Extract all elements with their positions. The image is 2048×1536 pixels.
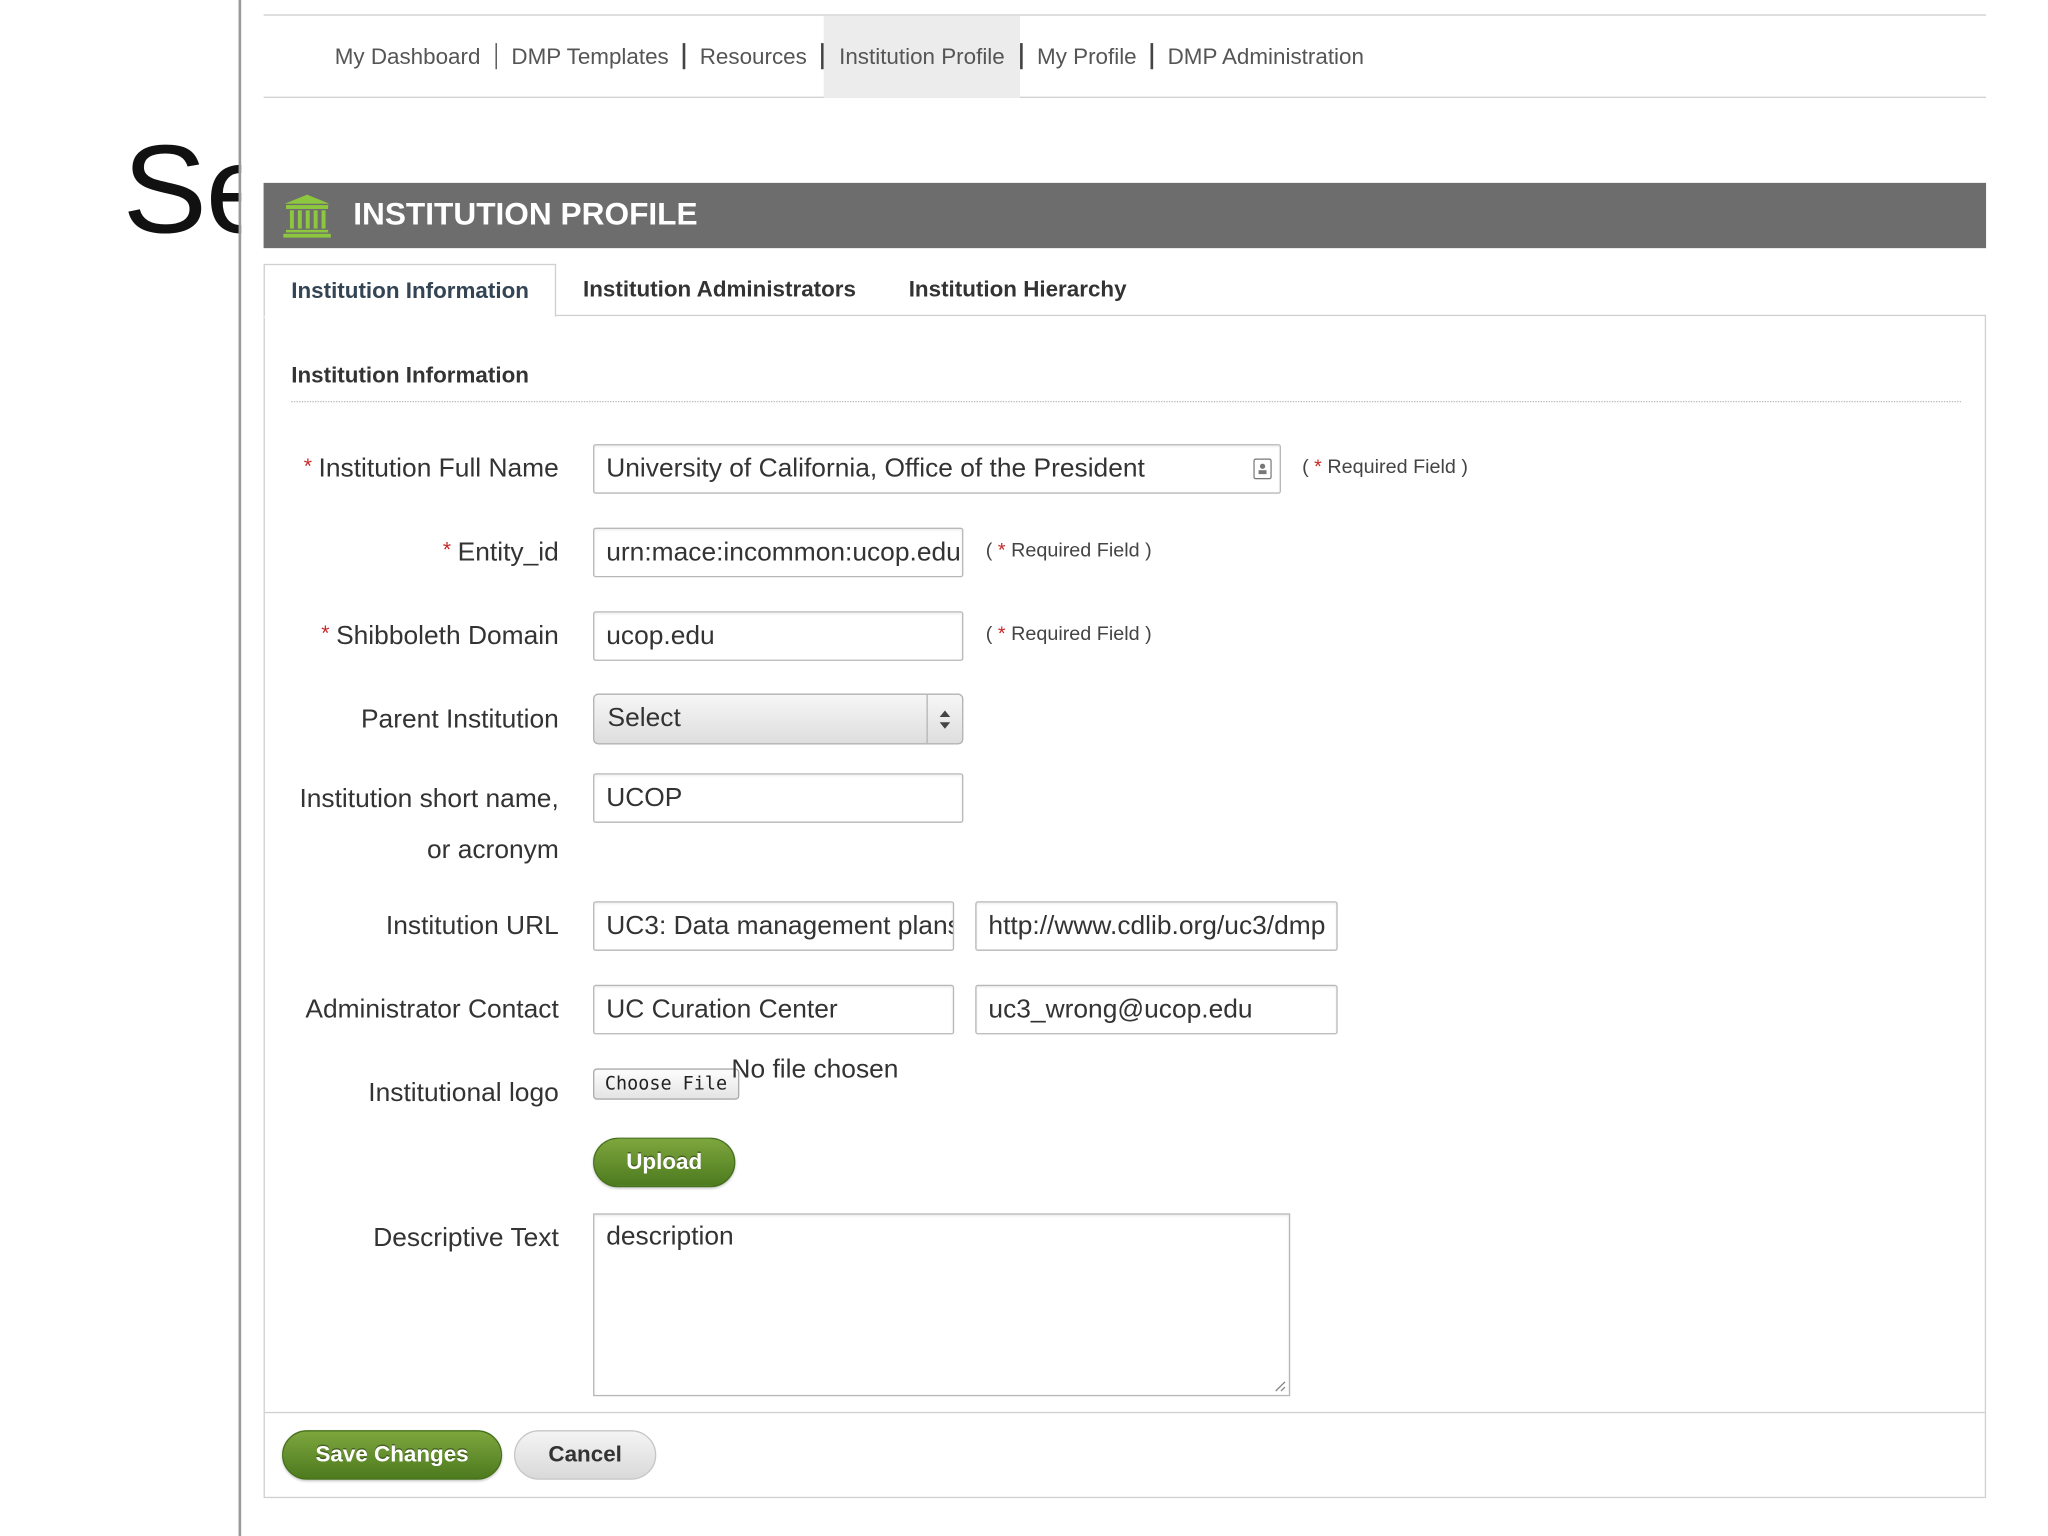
institution-url-title-input[interactable]: UC3: Data management plans (593, 901, 955, 951)
parent-institution-label: Parent Institution (360, 705, 559, 735)
parent-institution-select[interactable]: Select (593, 693, 964, 745)
main-nav: My Dashboard DMP Templates Resources Ins… (263, 15, 1987, 98)
nav-separator (494, 43, 497, 70)
choose-file-button[interactable]: Choose File (593, 1068, 739, 1100)
required-star: * (321, 623, 330, 646)
select-arrows-icon (926, 694, 962, 744)
nav-item-resources[interactable]: Resources (692, 15, 815, 97)
required-field-note: ( * Required Field ) (985, 539, 1152, 562)
cancel-button[interactable]: Cancel (513, 1430, 657, 1480)
entity-id-label: * Entity_id (442, 538, 559, 567)
tab-institution-hierarchy[interactable]: Institution Hierarchy (882, 264, 1153, 316)
institution-building-icon (283, 194, 331, 238)
nav-separator (1151, 43, 1154, 70)
short-name-label-continued: or acronym (426, 835, 559, 865)
parent-institution-selected: Select (607, 703, 681, 733)
save-changes-button[interactable]: Save Changes (282, 1430, 503, 1480)
profile-tabs: Institution Information Institution Admi… (263, 263, 1153, 318)
descriptive-text-value: description (606, 1222, 734, 1252)
institution-url-label: Institution URL (385, 911, 559, 941)
descriptive-text-area[interactable]: description (593, 1213, 1291, 1397)
required-star: * (303, 455, 312, 479)
file-status-text: No file chosen (731, 1055, 899, 1085)
screen: Se My Dashboard DMP Templates Resources … (0, 0, 2048, 1536)
entity-id-input[interactable]: urn:mace:incommon:ucop.edu (593, 527, 964, 578)
short-name-input[interactable]: UCOP (593, 773, 964, 823)
administrator-contact-label: Administrator Contact (305, 995, 559, 1024)
administrator-name-input[interactable]: UC Curation Center (593, 984, 955, 1035)
tab-institution-administrators[interactable]: Institution Administrators (557, 264, 883, 316)
page-header: INSTITUTION PROFILE (263, 182, 1987, 249)
full-name-label: * Institution Full Name (303, 454, 559, 484)
nav-item-institution-profile[interactable]: Institution Profile (823, 15, 1021, 98)
nav-item-dmp-administration[interactable]: DMP Administration (1160, 15, 1372, 97)
required-field-note: ( * Required Field ) (1302, 455, 1469, 479)
descriptive-text-label: Descriptive Text (373, 1223, 559, 1253)
window-edge-line (238, 0, 242, 1536)
nav-separator (683, 43, 686, 70)
shibboleth-domain-input[interactable]: ucop.edu (593, 611, 964, 661)
full-name-input[interactable]: University of California, Office of the … (593, 444, 1281, 494)
tab-institution-information[interactable]: Institution Information (263, 263, 557, 318)
required-star: * (442, 539, 452, 562)
institutional-logo-label: Institutional logo (368, 1078, 559, 1108)
contact-card-icon[interactable] (1253, 458, 1272, 480)
section-divider (291, 400, 1962, 403)
upload-button[interactable]: Upload (593, 1137, 736, 1188)
resize-grip-icon[interactable] (1273, 1379, 1286, 1392)
required-field-note: ( * Required Field ) (985, 623, 1152, 646)
footer-divider (264, 1411, 1985, 1414)
nav-item-dmp-templates[interactable]: DMP Templates (504, 15, 677, 97)
administrator-email-input[interactable]: uc3_wrong@ucop.edu (975, 984, 1338, 1035)
institution-url-input[interactable]: http://www.cdlib.org/uc3/dmp (975, 901, 1338, 951)
short-name-label: Institution short name, (299, 784, 559, 814)
nav-item-my-profile[interactable]: My Profile (1029, 15, 1144, 97)
section-title: Institution Information (291, 363, 529, 388)
nav-separator (1020, 43, 1023, 70)
shibboleth-domain-label: * Shibboleth Domain (321, 621, 559, 651)
page-title: INSTITUTION PROFILE (353, 197, 698, 233)
nav-item-my-dashboard[interactable]: My Dashboard (327, 15, 489, 97)
